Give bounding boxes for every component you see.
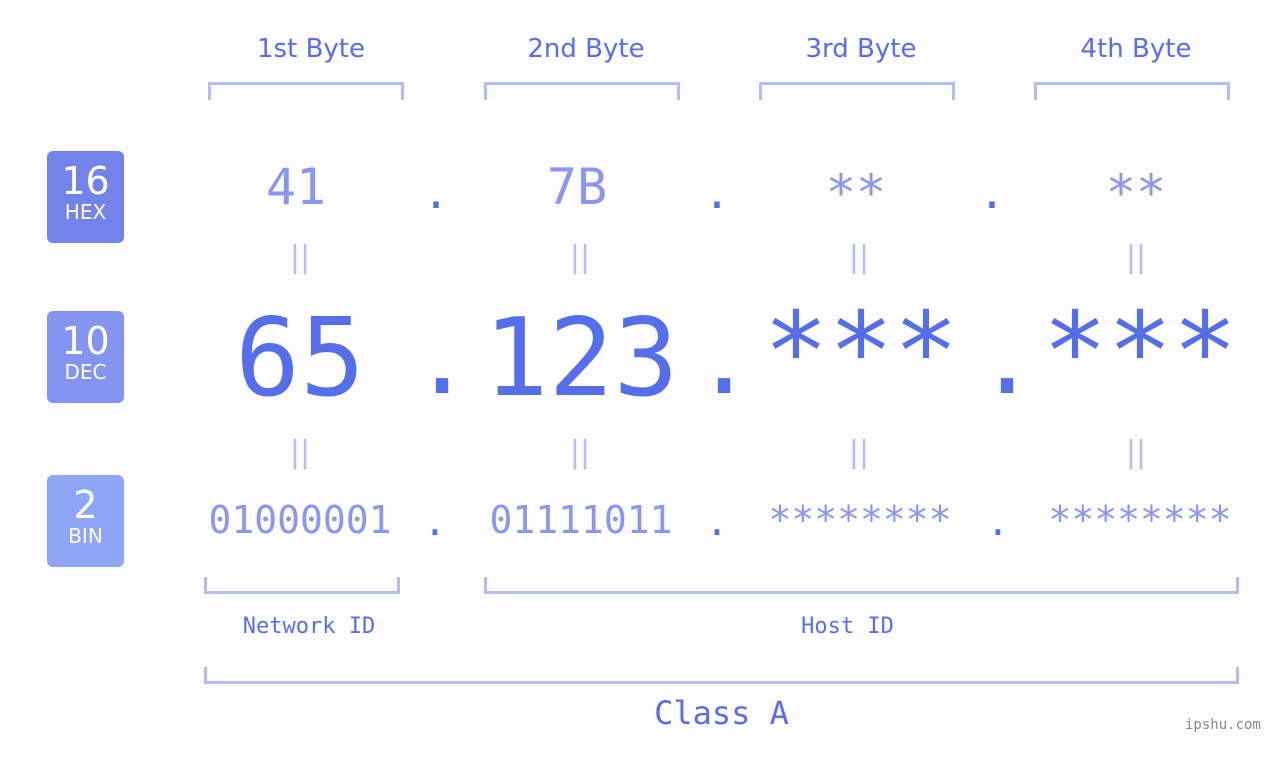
hex-dot-1: . [422,168,450,219]
dec-dot-2: . [694,300,755,417]
equals-icon: || [848,435,870,470]
dec-base-label: DEC [64,360,107,384]
equals-icon: || [569,240,591,275]
dec-base-number: 10 [61,319,110,363]
bin-byte-1: 01000001 [208,498,392,542]
bin-base-label: BIN [68,524,103,548]
dec-badge: 10 DEC [47,311,124,403]
byte-2-header: 2nd Byte [527,34,645,64]
watermark: ipshu.com [1185,717,1261,733]
equals-icon: || [1125,435,1147,470]
network-id-label: Network ID [242,614,376,639]
bin-badge: 2 BIN [47,475,124,567]
dec-byte-3: *** [763,290,959,415]
class-label: Class A [654,694,789,732]
bin-byte-4: ******** [1048,498,1232,542]
hex-base-number: 16 [61,159,110,203]
dec-dot-3: . [977,300,1038,417]
bin-byte-3: ******** [768,498,952,542]
dec-byte-4: *** [1042,290,1238,415]
bin-base-number: 2 [73,483,98,527]
dec-dot-1: . [412,300,473,417]
hex-dot-3: . [978,168,1006,219]
bin-byte-2: 01111011 [489,498,673,542]
hex-byte-4: ** [1105,164,1167,222]
bin-dot-2: . [705,500,729,544]
hex-badge: 16 HEX [47,151,124,243]
byte-3-header: 3rd Byte [805,34,917,64]
dec-byte-1: 65 [234,296,366,421]
byte-2-bracket [484,82,680,100]
byte-4-header: 4th Byte [1080,34,1192,64]
byte-3-bracket [759,82,955,100]
host-id-bracket [484,577,1239,594]
hex-base-label: HEX [64,200,107,224]
hex-byte-3: ** [825,164,887,222]
equals-icon: || [289,240,311,275]
equals-icon: || [1125,240,1147,275]
byte-1-bracket [208,82,404,100]
byte-1-header: 1st Byte [257,34,365,64]
host-id-label: Host ID [801,614,894,639]
equals-icon: || [848,240,870,275]
hex-byte-1: 41 [265,158,327,216]
equals-icon: || [569,435,591,470]
equals-icon: || [289,435,311,470]
network-id-bracket [204,577,400,594]
hex-byte-2: 7B [546,158,608,216]
byte-4-bracket [1034,82,1230,100]
bin-dot-3: . [986,500,1010,544]
dec-byte-2: 123 [483,296,679,421]
hex-dot-2: . [703,168,731,219]
bin-dot-1: . [423,500,447,544]
class-bracket [204,667,1239,684]
